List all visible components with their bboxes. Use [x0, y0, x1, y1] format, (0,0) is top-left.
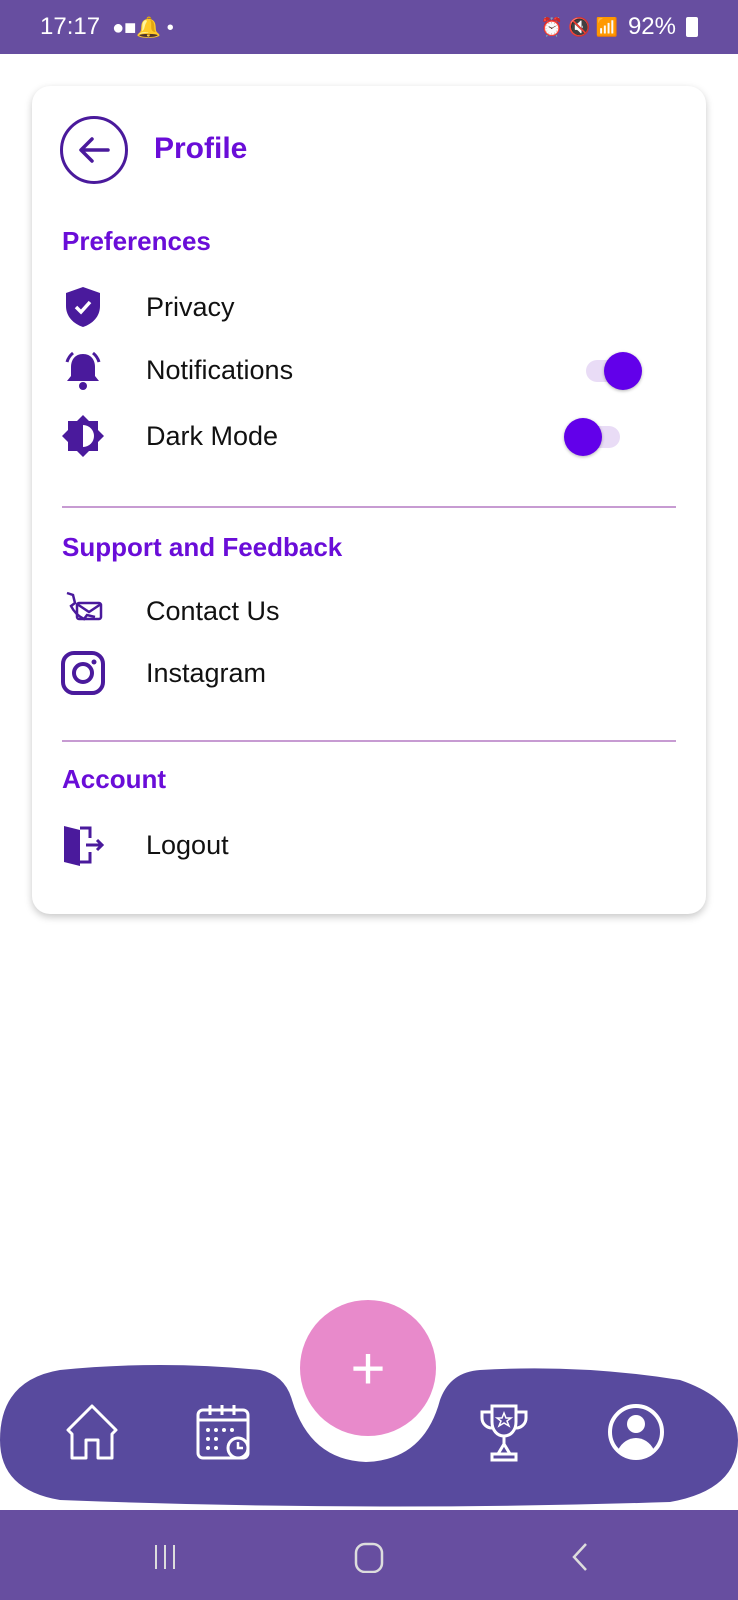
- back-button[interactable]: [60, 116, 128, 184]
- battery-level: 92%: [627, 13, 676, 40]
- arrow-left-icon: [79, 137, 110, 163]
- logout-item[interactable]: Logout: [60, 820, 680, 870]
- logout-icon: [60, 822, 106, 868]
- nav-profile[interactable]: [604, 1400, 668, 1464]
- nav-trophy[interactable]: [472, 1400, 536, 1464]
- status-bar: 17:17 ●■🔔 • ⏰ 🔇 📶 92%: [0, 0, 738, 54]
- contact-us-item[interactable]: Contact Us: [60, 586, 680, 636]
- notification-icons: ●■🔔 •: [112, 16, 174, 39]
- home-circle-icon: [354, 1542, 384, 1573]
- section-account: Account: [62, 764, 166, 794]
- contact-us-label: Contact Us: [146, 595, 280, 626]
- shield-check-icon: [60, 284, 106, 330]
- back-chevron-icon: [572, 1543, 587, 1571]
- dark-mode-label: Dark Mode: [146, 420, 279, 451]
- add-button[interactable]: +: [300, 1300, 436, 1436]
- page-title: Profile: [154, 132, 248, 165]
- calendar-clock-icon: [196, 1405, 250, 1460]
- nav-calendar[interactable]: [192, 1400, 256, 1464]
- battery-icon: [686, 17, 698, 37]
- privacy-label: Privacy: [146, 291, 235, 322]
- section-preferences: Preferences: [62, 226, 211, 256]
- recents-button[interactable]: [140, 1532, 190, 1582]
- notifications-label: Notifications: [146, 354, 294, 385]
- home-button[interactable]: [344, 1532, 394, 1582]
- instagram-item[interactable]: Instagram: [60, 648, 680, 698]
- divider: [62, 740, 676, 742]
- logout-label: Logout: [146, 829, 229, 860]
- bell-icon: [60, 347, 106, 393]
- signal-icons: ⏰ 🔇 📶: [540, 16, 618, 37]
- contrast-icon: [60, 413, 106, 459]
- home-icon: [66, 1404, 118, 1460]
- recents-icon: [155, 1545, 175, 1569]
- profile-icon: [608, 1404, 664, 1460]
- status-time: 17:17: [40, 13, 101, 40]
- back-nav-button[interactable]: [556, 1532, 606, 1582]
- instagram-icon: [60, 650, 106, 696]
- notifications-toggle[interactable]: [580, 348, 642, 392]
- profile-card: Profile Preferences Privacy Notification…: [32, 86, 706, 914]
- section-support: Support and Feedback: [62, 532, 343, 562]
- divider: [62, 506, 676, 508]
- trophy-icon: [480, 1404, 528, 1462]
- phone-mail-icon: [60, 588, 106, 634]
- privacy-item[interactable]: Privacy: [60, 282, 680, 332]
- instagram-label: Instagram: [146, 657, 267, 688]
- system-nav-bar: [0, 1510, 738, 1600]
- dark-mode-toggle[interactable]: [564, 414, 626, 458]
- add-icon: +: [350, 1334, 386, 1402]
- nav-home[interactable]: [60, 1400, 124, 1464]
